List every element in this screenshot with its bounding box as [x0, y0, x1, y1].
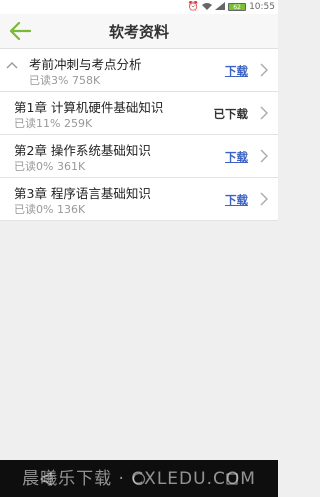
item-meta: 已读0% 361K	[14, 160, 86, 173]
chevron-right-icon[interactable]	[260, 149, 268, 163]
battery-icon: 62	[228, 3, 247, 11]
list-item[interactable]: 第1章 计算机硬件基础知识 已读11% 259K 已下载	[0, 92, 278, 135]
back-arrow-icon[interactable]	[9, 21, 31, 41]
downloaded-status: 已下载	[213, 107, 249, 121]
alarm-icon: ⏰	[187, 2, 200, 12]
download-button[interactable]: 下载	[225, 192, 248, 208]
wifi-icon	[202, 2, 213, 13]
item-title: 第3章 程序语言基础知识	[14, 186, 151, 201]
download-button[interactable]: 下载	[225, 63, 248, 79]
list-item[interactable]: 考前冲刺与考点分析 已读3% 758K 下载	[0, 49, 278, 92]
item-title: 第1章 计算机硬件基础知识	[14, 100, 164, 115]
chevron-right-icon[interactable]	[260, 106, 268, 120]
title-bar: 软考资料	[0, 14, 278, 49]
download-button[interactable]: 下载	[225, 149, 248, 165]
item-title: 第2章 操作系统基础知识	[14, 143, 151, 158]
list-item[interactable]: 第2章 操作系统基础知识 已读0% 361K 下载	[0, 135, 278, 178]
chevron-right-icon[interactable]	[260, 63, 268, 77]
list-item[interactable]: 第3章 程序语言基础知识 已读0% 136K 下载	[0, 178, 278, 221]
item-meta: 已读11% 259K	[14, 117, 93, 130]
item-title: 考前冲刺与考点分析	[29, 57, 142, 72]
signal-icon	[215, 1, 226, 13]
chevron-right-icon[interactable]	[260, 192, 268, 206]
document-list: 考前冲刺与考点分析 已读3% 758K 下载 第1章 计算机硬件基础知识 已读1…	[0, 49, 278, 221]
clock-time: 10:55	[249, 2, 275, 12]
chevron-up-icon[interactable]	[6, 60, 18, 70]
status-bar: ⏰ 62 10:55	[0, 0, 278, 14]
watermark: 晨曦乐下载 · CXLEDU.COM	[22, 469, 256, 489]
page-title: 软考资料	[108, 22, 169, 41]
item-meta: 已读0% 136K	[14, 203, 86, 216]
item-meta: 已读3% 758K	[29, 74, 101, 87]
